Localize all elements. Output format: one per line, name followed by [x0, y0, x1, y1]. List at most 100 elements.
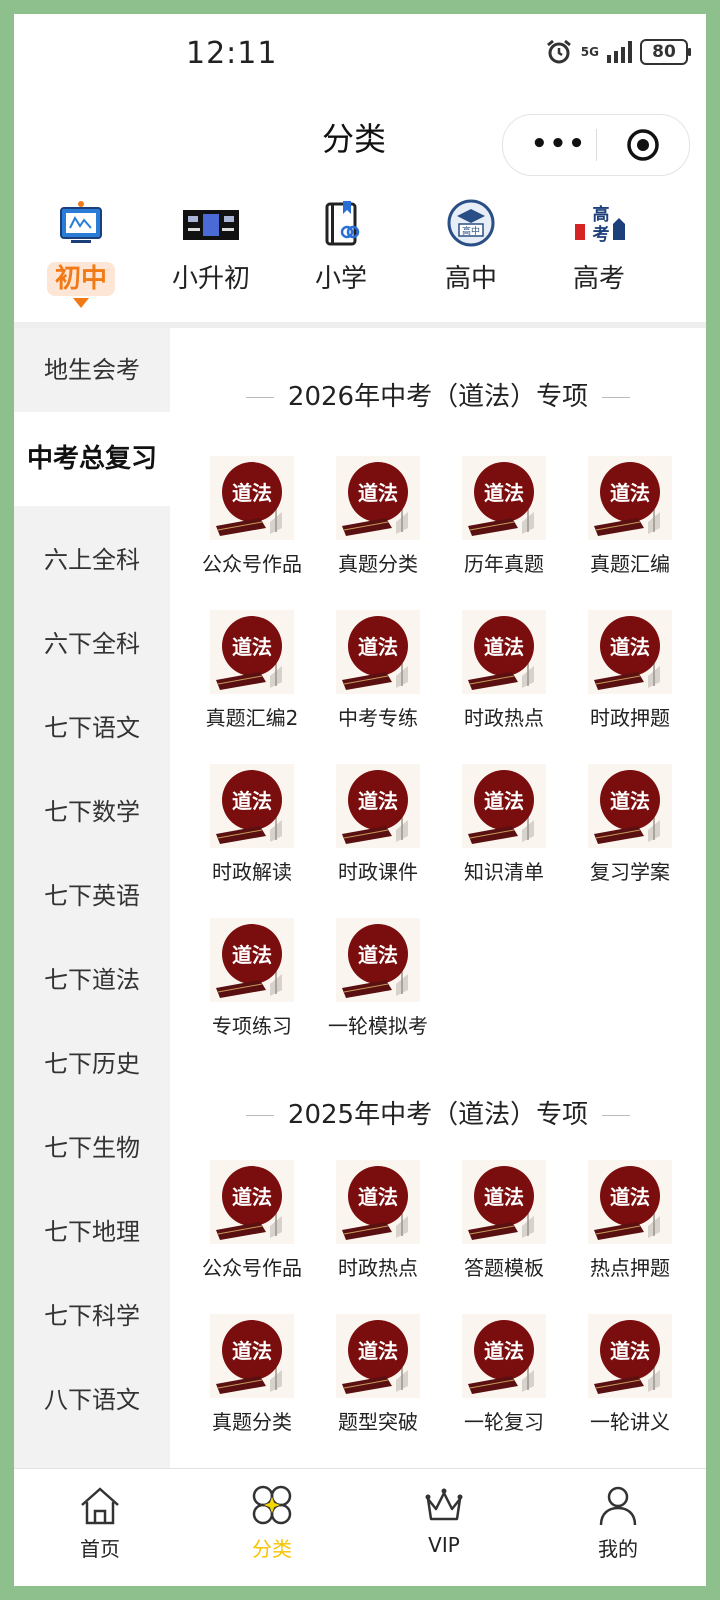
resource-item[interactable]: 道法 真题汇编 — [568, 456, 692, 596]
resource-thumbnail: 道法 — [588, 1160, 672, 1244]
resource-item[interactable]: 道法 专项练习 — [190, 918, 314, 1058]
sidebar-item[interactable]: 七下历史 — [14, 1022, 170, 1106]
network-label: 5G — [580, 45, 599, 59]
badge-text: 道法 — [358, 1339, 398, 1363]
stage-tab-gaozhong[interactable]: 高中 高中 — [406, 182, 536, 322]
banner-image-icon — [183, 210, 239, 240]
resource-label: 中考专练 — [338, 706, 418, 730]
daofa-badge-icon: 道法 — [468, 1320, 534, 1394]
sidebar-item-active[interactable]: 中考总复习 — [14, 412, 170, 506]
resource-item[interactable]: 道法 时政热点 — [316, 1160, 440, 1300]
resource-label: 一轮讲义 — [590, 1410, 670, 1434]
badge-text: 道法 — [484, 481, 524, 505]
resource-item[interactable]: 道法 时政押题 — [568, 610, 692, 750]
miniprogram-capsule: ••• — [502, 114, 690, 176]
resource-label: 题型突破 — [338, 1410, 418, 1434]
daofa-badge-icon: 道法 — [216, 462, 282, 536]
category-sidebar: 地生会考 中考总复习 六上全科 六下全科 七下语文 七下数学 七下英语 七下道法… — [14, 328, 170, 1498]
resource-thumbnail: 道法 — [462, 1160, 546, 1244]
resource-item[interactable]: 道法 答题模板 — [442, 1160, 566, 1300]
tab-label: VIP — [428, 1533, 460, 1557]
tab-vip[interactable]: VIP — [358, 1469, 530, 1586]
badge-text: 道法 — [232, 481, 272, 505]
resource-item[interactable]: 道法 历年真题 — [442, 456, 566, 596]
resource-item[interactable]: 道法 一轮复习 — [442, 1314, 566, 1454]
more-dots-icon[interactable]: ••• — [531, 131, 587, 157]
resource-item[interactable]: 道法 真题汇编2 — [190, 610, 314, 750]
resource-thumbnail: 道法 — [588, 456, 672, 540]
resource-item[interactable]: 道法 题型突破 — [316, 1314, 440, 1454]
daofa-badge-icon: 道法 — [594, 462, 660, 536]
sidebar-item[interactable]: 七下语文 — [14, 686, 170, 770]
status-icons: 5G 80 — [545, 38, 691, 66]
resource-item[interactable]: 道法 真题分类 — [190, 1314, 314, 1454]
resource-thumbnail: 道法 — [336, 1160, 420, 1244]
resource-item[interactable]: 道法 公众号作品 — [190, 1160, 314, 1300]
resource-item[interactable]: 道法 热点押题 — [568, 1160, 692, 1300]
resource-label: 知识清单 — [464, 860, 544, 884]
resource-thumbnail: 道法 — [210, 610, 294, 694]
nav-bar: 分类 ••• — [14, 90, 706, 182]
resource-thumbnail: 道法 — [588, 764, 672, 848]
home-icon — [81, 1487, 119, 1525]
resource-item[interactable]: 道法 时政热点 — [442, 610, 566, 750]
monitor-icon — [60, 201, 102, 243]
daofa-badge-icon: 道法 — [468, 462, 534, 536]
resource-item[interactable]: 道法 一轮模拟考 — [316, 918, 440, 1058]
badge-text: 道法 — [484, 1339, 524, 1363]
resource-item[interactable]: 道法 公众号作品 — [190, 456, 314, 596]
daofa-badge-icon: 道法 — [342, 1166, 408, 1240]
section-title: 2025年中考（道法）专项 — [170, 1094, 706, 1131]
resource-item[interactable]: 道法 时政解读 — [190, 764, 314, 904]
badge-text: 道法 — [610, 1185, 650, 1209]
svg-text:高中: 高中 — [462, 225, 480, 237]
book-bookmark-icon — [325, 201, 360, 246]
resource-item[interactable]: 道法 复习学案 — [568, 764, 692, 904]
sidebar-item[interactable]: 七下道法 — [14, 938, 170, 1022]
sidebar-item[interactable]: 六下全科 — [14, 602, 170, 686]
resource-label: 公众号作品 — [202, 1256, 302, 1280]
resource-label: 时政押题 — [590, 706, 670, 730]
resource-item[interactable]: 道法 时政课件 — [316, 764, 440, 904]
tab-home[interactable]: 首页 — [14, 1469, 186, 1586]
sidebar-item[interactable]: 七下英语 — [14, 854, 170, 938]
target-close-icon[interactable] — [626, 128, 660, 162]
resource-thumbnail: 道法 — [462, 456, 546, 540]
resource-thumbnail: 道法 — [210, 456, 294, 540]
badge-text: 道法 — [358, 481, 398, 505]
stage-label: 小学 — [314, 264, 367, 294]
stage-label: 高中 — [444, 264, 497, 294]
resource-thumbnail: 道法 — [336, 918, 420, 1002]
resource-label: 专项练习 — [212, 1014, 292, 1038]
tab-mine[interactable]: 我的 — [532, 1469, 704, 1586]
sidebar-item[interactable]: 七下数学 — [14, 770, 170, 854]
sidebar-item[interactable]: 七下生物 — [14, 1106, 170, 1190]
resource-thumbnail: 道法 — [588, 610, 672, 694]
resource-item[interactable]: 道法 中考专练 — [316, 610, 440, 750]
tab-category[interactable]: 分类 — [186, 1469, 358, 1586]
daofa-badge-icon: 道法 — [342, 770, 408, 844]
bottom-tab-bar: 首页 分类 VIP 我的 — [14, 1468, 706, 1586]
stage-tab-chuzhong[interactable]: 初中 — [16, 182, 146, 322]
resource-thumbnail: 道法 — [210, 764, 294, 848]
tab-label: 我的 — [598, 1537, 638, 1561]
stage-tab-xiaoshengchu[interactable]: 小升初 — [146, 182, 276, 322]
badge-text: 道法 — [232, 789, 272, 813]
sidebar-item[interactable]: 地生会考 — [14, 328, 170, 412]
sidebar-item[interactable]: 七下地理 — [14, 1190, 170, 1274]
tab-label: 分类 — [252, 1537, 292, 1561]
content-panel: 2026年中考（道法）专项 道法 公众号作品 道法 真题分类 道法 历年真题 道法 真题汇编道… — [170, 328, 706, 1468]
capsule-divider — [596, 129, 597, 161]
badge-text: 道法 — [232, 1185, 272, 1209]
sidebar-item[interactable]: 六上全科 — [14, 518, 170, 602]
resource-item[interactable]: 道法 知识清单 — [442, 764, 566, 904]
resource-item[interactable]: 道法 真题分类 — [316, 456, 440, 596]
stage-tab-gaokao[interactable]: 高 考 高考 — [534, 182, 664, 322]
sidebar-item[interactable]: 八下语文 — [14, 1358, 170, 1442]
badge-text: 道法 — [358, 789, 398, 813]
resource-label: 一轮模拟考 — [328, 1014, 428, 1038]
sidebar-item[interactable]: 七下科学 — [14, 1274, 170, 1358]
resource-item[interactable]: 道法 一轮讲义 — [568, 1314, 692, 1454]
resource-thumbnail: 道法 — [210, 1160, 294, 1244]
stage-tab-xiaoxue[interactable]: 小学 — [276, 182, 406, 322]
